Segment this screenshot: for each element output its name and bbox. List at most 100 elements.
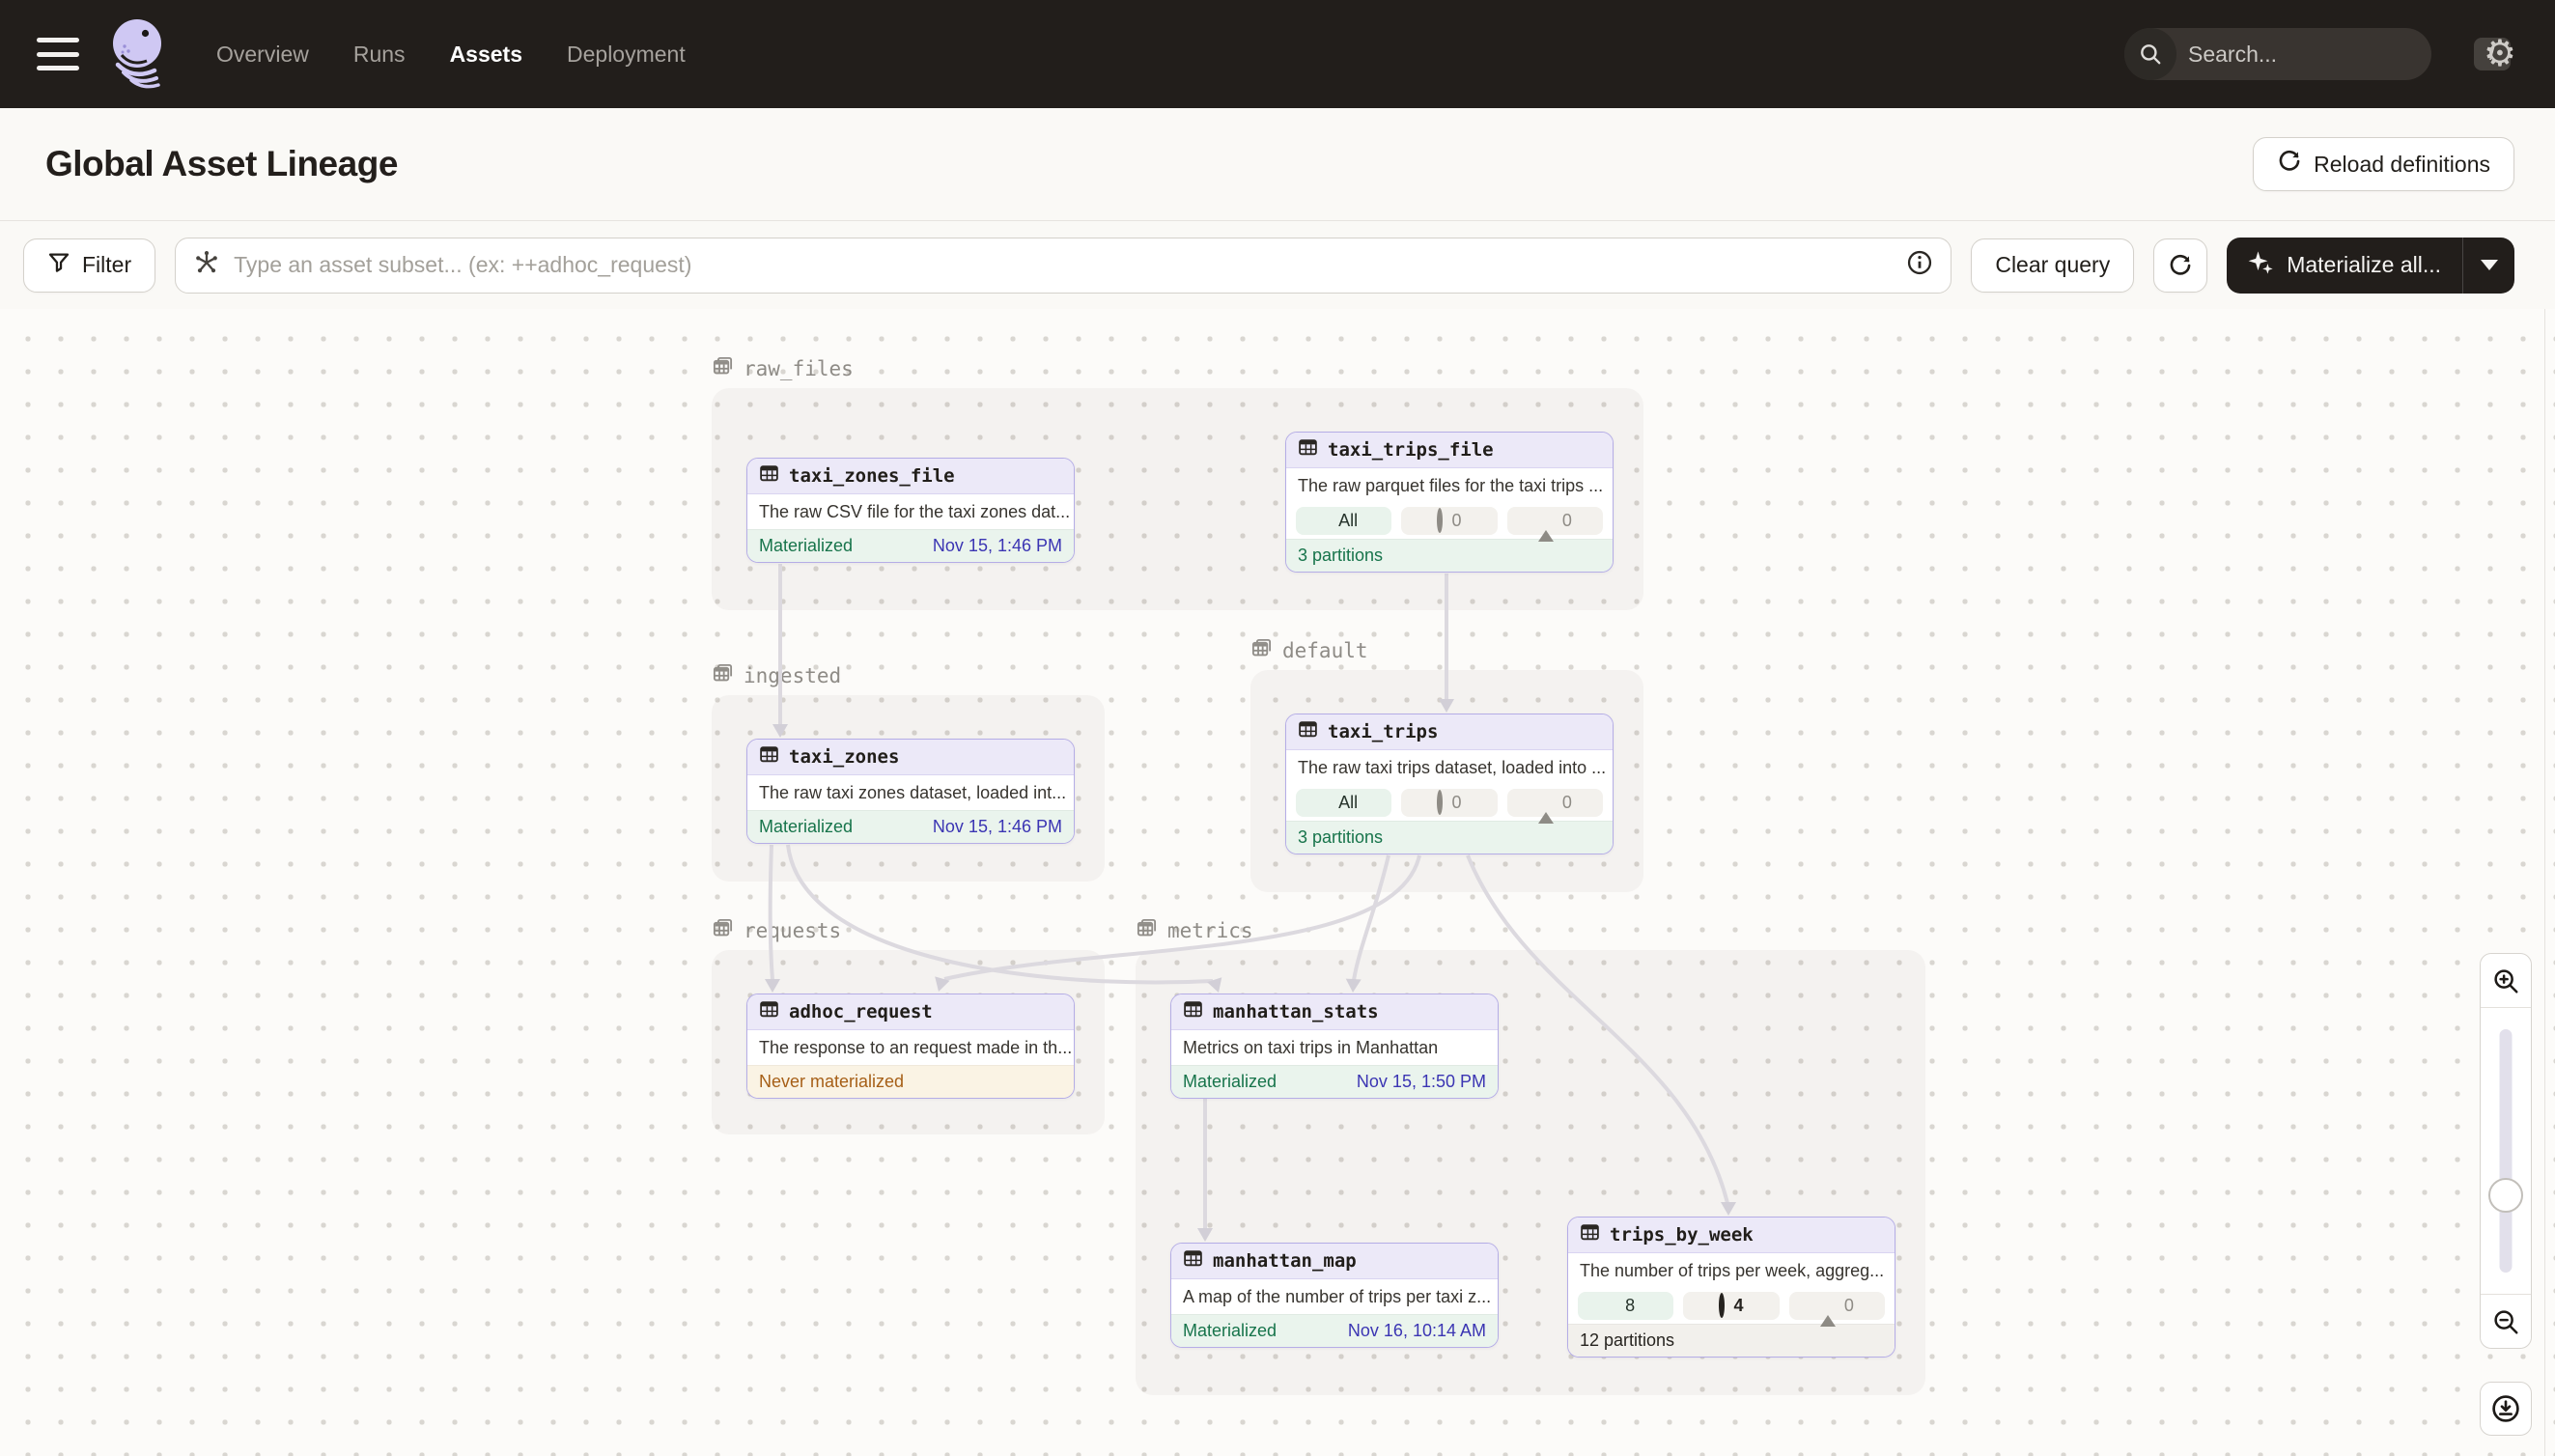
triangle-icon <box>1538 793 1554 813</box>
partitions-footer: 3 partitions <box>1286 821 1613 854</box>
asset-graph-icon <box>193 249 220 281</box>
asset-node-header: manhattan_stats <box>1171 994 1498 1030</box>
nav-item-overview[interactable]: Overview <box>216 42 309 68</box>
main-nav: Overview Runs Assets Deployment <box>216 42 686 68</box>
circle-icon <box>1437 511 1443 531</box>
materialization-status: Never materialized <box>747 1065 1074 1098</box>
badge-circle: 0 <box>1401 789 1497 817</box>
materialize-all-button[interactable]: Materialize all... <box>2227 238 2462 294</box>
asset-description: The number of trips per week, aggreg... <box>1568 1253 1895 1288</box>
chevron-down-icon <box>2481 260 2498 270</box>
asset-node-taxi_zones[interactable]: taxi_zones The raw taxi zones dataset, lo… <box>746 739 1075 844</box>
materialization-timestamp[interactable]: Nov 16, 10:14 AM <box>1348 1321 1486 1341</box>
asset-name: adhoc_request <box>789 1001 933 1022</box>
zoom-slider-thumb[interactable] <box>2488 1178 2523 1213</box>
table-icon <box>759 999 779 1024</box>
materialize-dropdown-button[interactable] <box>2462 238 2514 294</box>
asset-name: manhattan_stats <box>1213 1001 1379 1022</box>
nav-item-assets[interactable]: Assets <box>450 42 522 68</box>
asset-description: The raw taxi zones dataset, loaded int..… <box>747 775 1074 810</box>
top-navigation-bar: Overview Runs Assets Deployment / ⚙ <box>0 0 2555 108</box>
table-icon <box>1298 437 1318 462</box>
zoom-controls-panel <box>2480 953 2532 1349</box>
group-table-icon <box>712 917 734 944</box>
clear-query-button[interactable]: Clear query <box>1971 238 2134 293</box>
zoom-slider[interactable] <box>2481 1008 2531 1294</box>
circle-icon <box>1719 1296 1725 1316</box>
group-label-raw_files[interactable]: raw_files <box>712 355 854 382</box>
badge-dot: All <box>1296 507 1391 535</box>
asset-node-header: adhoc_request <box>747 994 1074 1030</box>
zoom-in-button[interactable] <box>2481 954 2531 1008</box>
materialization-timestamp[interactable]: Nov 15, 1:50 PM <box>1357 1072 1486 1092</box>
reload-definitions-button[interactable]: Reload definitions <box>2253 137 2514 191</box>
asset-name: taxi_zones <box>789 746 899 768</box>
group-label-metrics[interactable]: metrics <box>1136 917 1253 944</box>
triangle-icon <box>1820 1296 1836 1316</box>
asset-name: trips_by_week <box>1610 1224 1754 1246</box>
triangle-icon <box>1538 511 1554 531</box>
partitions-footer: 12 partitions <box>1568 1324 1895 1357</box>
asset-name: taxi_trips_file <box>1328 439 1494 461</box>
sparkle-icon <box>2248 249 2275 282</box>
asset-node-header: trips_by_week <box>1568 1218 1895 1253</box>
filter-button[interactable]: Filter <box>23 238 155 293</box>
settings-gear-icon[interactable]: ⚙ <box>2484 36 2516 72</box>
download-image-button[interactable] <box>2480 1382 2532 1436</box>
asset-name: taxi_zones_file <box>789 465 955 487</box>
asset-node-manhattan_map[interactable]: manhattan_mapA map of the number of trip… <box>1170 1243 1499 1348</box>
search-bar[interactable]: / <box>2124 28 2431 80</box>
asset-description: The raw CSV file for the taxi zones dat.… <box>747 494 1074 529</box>
asset-description: The raw parquet files for the taxi trips… <box>1286 468 1613 503</box>
asset-name: manhattan_map <box>1213 1250 1357 1272</box>
asset-node-taxi_trips[interactable]: taxi_trips The raw taxi trips dataset, lo… <box>1285 714 1614 854</box>
menu-icon[interactable] <box>37 38 79 70</box>
badge-circle: 4 <box>1683 1292 1779 1320</box>
group-table-icon <box>1250 637 1273 664</box>
search-icon <box>2124 28 2176 80</box>
info-icon[interactable] <box>1906 249 1933 281</box>
group-label-ingested[interactable]: ingested <box>712 662 841 689</box>
materialization-status: MaterializedNov 15, 1:46 PM <box>747 810 1074 843</box>
asset-query-input[interactable] <box>234 252 1893 278</box>
badge-triangle: 0 <box>1789 1292 1885 1320</box>
dagster-logo <box>108 16 172 92</box>
nav-item-runs[interactable]: Runs <box>353 42 406 68</box>
zoom-slider-track <box>2500 1029 2513 1273</box>
asset-node-taxi_zones_file[interactable]: taxi_zones_file The raw CSV file for the … <box>746 458 1075 563</box>
asset-description: The raw taxi trips dataset, loaded into … <box>1286 750 1613 785</box>
page-title: Global Asset Lineage <box>45 144 398 184</box>
asset-node-adhoc_request[interactable]: adhoc_requestThe response to an request … <box>746 994 1075 1099</box>
asset-node-header: manhattan_map <box>1171 1244 1498 1279</box>
asset-node-manhattan_stats[interactable]: manhattan_stats Metrics on taxi trips in … <box>1170 994 1499 1099</box>
group-label-default[interactable]: default <box>1250 637 1368 664</box>
partition-health-badges: All00 <box>1286 503 1613 539</box>
asset-description: Metrics on taxi trips in Manhattan <box>1171 1030 1498 1065</box>
lineage-toolbar: Filter Clear <box>0 221 2555 309</box>
asset-name: taxi_trips <box>1328 721 1438 742</box>
refresh-button[interactable] <box>2153 238 2207 293</box>
nav-item-deployment[interactable]: Deployment <box>567 42 686 68</box>
asset-node-trips_by_week[interactable]: trips_by_week The number of trips per wee… <box>1567 1217 1895 1358</box>
materialization-status: MaterializedNov 16, 10:14 AM <box>1171 1314 1498 1347</box>
lineage-canvas[interactable]: raw_filesingesteddefaultrequestsmetrics … <box>0 309 2555 1456</box>
asset-node-header: taxi_trips_file <box>1286 433 1613 468</box>
materialization-status: MaterializedNov 15, 1:46 PM <box>747 529 1074 562</box>
asset-node-taxi_trips_file[interactable]: taxi_trips_file The raw parquet files for… <box>1285 432 1614 573</box>
group-label-requests[interactable]: requests <box>712 917 841 944</box>
asset-node-header: taxi_zones <box>747 740 1074 775</box>
reload-icon <box>2277 149 2302 180</box>
zoom-out-button[interactable] <box>2481 1294 2531 1348</box>
canvas-right-divider <box>2544 309 2545 1456</box>
table-icon <box>1298 719 1318 744</box>
search-input[interactable] <box>2176 42 2474 68</box>
table-icon <box>759 463 779 489</box>
table-icon <box>1580 1222 1600 1247</box>
materialize-all-split-button: Materialize all... <box>2227 238 2514 294</box>
circle-icon <box>1437 793 1443 813</box>
partitions-footer: 3 partitions <box>1286 539 1613 572</box>
badge-circle: 0 <box>1401 507 1497 535</box>
materialization-timestamp[interactable]: Nov 15, 1:46 PM <box>933 817 1062 837</box>
materialization-timestamp[interactable]: Nov 15, 1:46 PM <box>933 536 1062 556</box>
partition-health-badges: All00 <box>1286 785 1613 821</box>
